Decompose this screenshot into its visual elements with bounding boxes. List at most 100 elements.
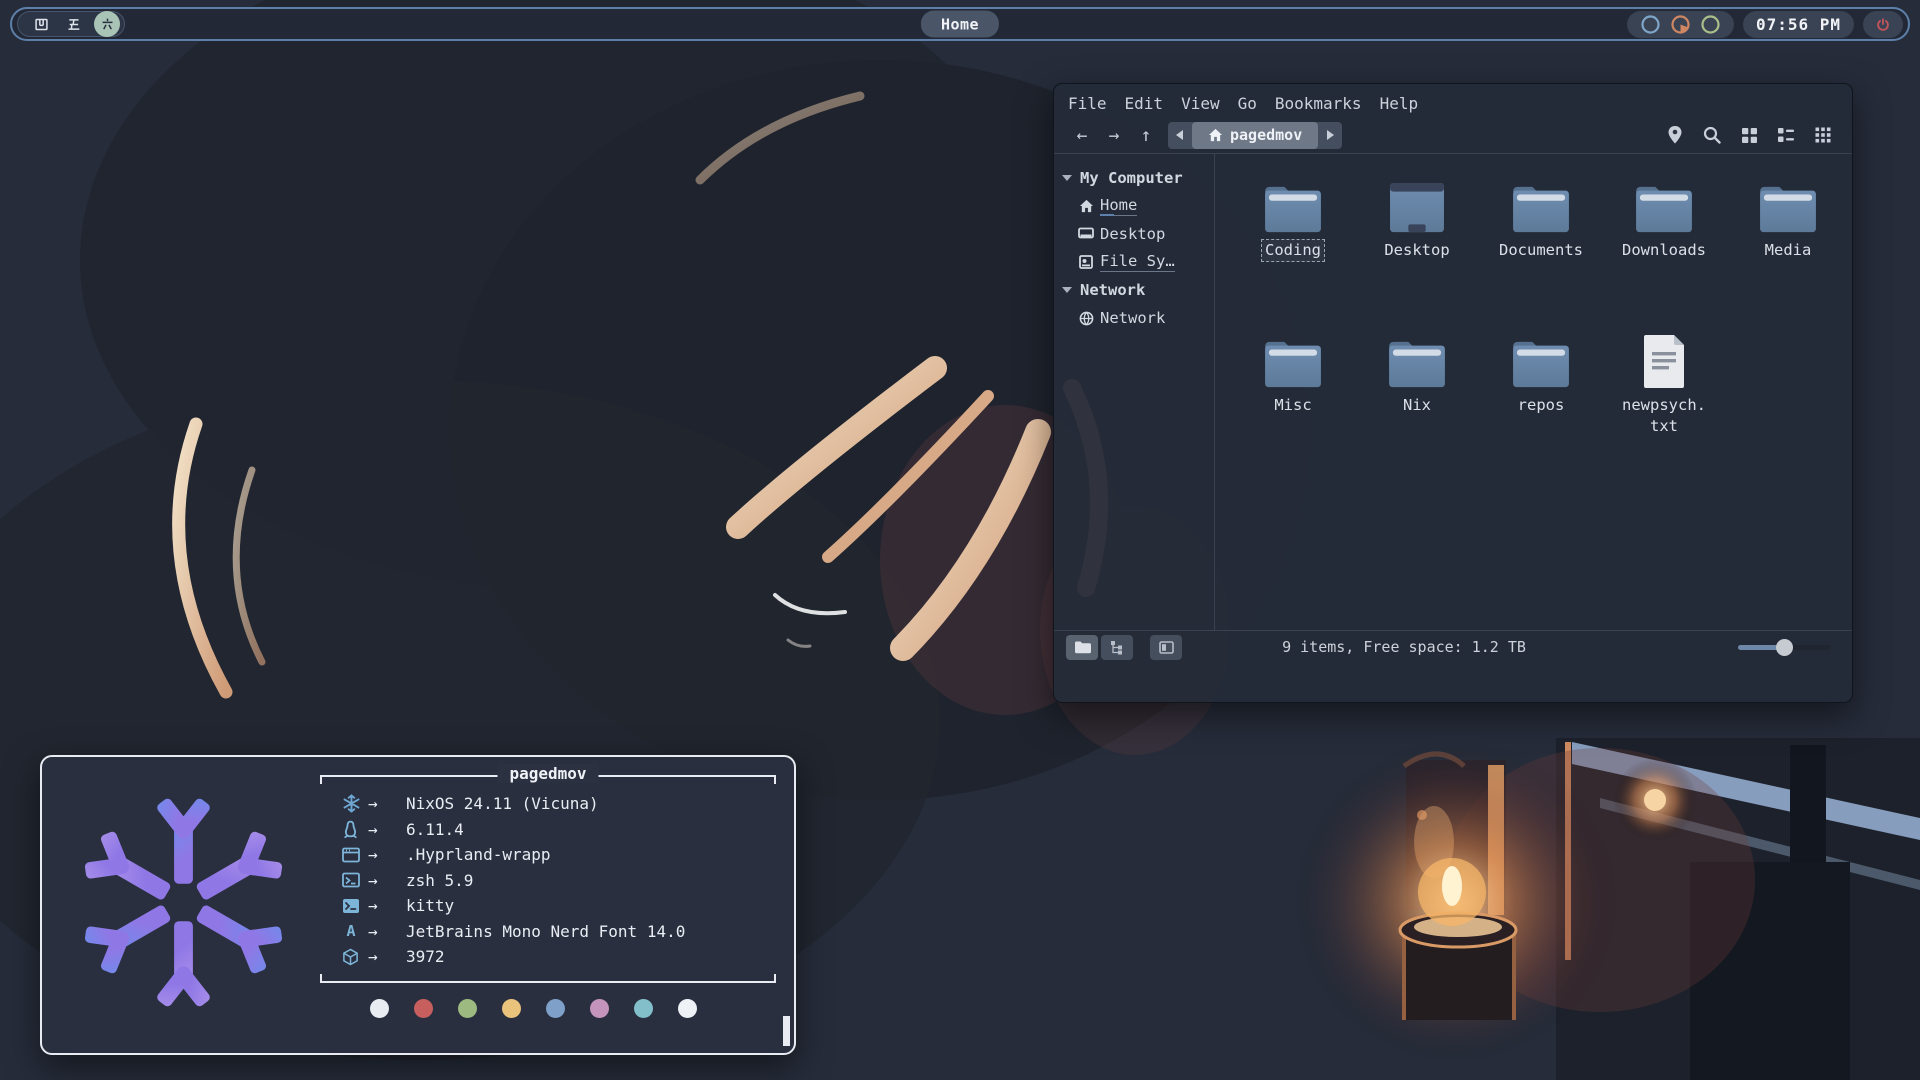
arrow-separator: → — [368, 896, 406, 915]
file-item-label: Downloads — [1618, 239, 1710, 262]
terminal-window[interactable]: pagedmov → NixOS 24.11 (Vicuna) — [40, 755, 796, 1055]
sidebar-item-file-system[interactable]: File Sy… — [1062, 248, 1214, 276]
grid-view-icon — [1741, 127, 1758, 144]
show-tree-button[interactable] — [1101, 635, 1133, 660]
toggle-side-pane-button[interactable] — [1150, 635, 1182, 660]
palette-swatch — [458, 999, 477, 1018]
workspace-four[interactable]: 四 — [30, 13, 52, 35]
file-item-coding[interactable]: Coding — [1237, 182, 1349, 262]
chevron-right-icon — [1326, 130, 1334, 140]
file-item-media[interactable]: Media — [1732, 182, 1844, 262]
file-item-misc[interactable]: Misc — [1237, 337, 1349, 417]
wm-value: .Hyprland-wrapp — [406, 845, 551, 864]
menu-view[interactable]: View — [1181, 94, 1220, 113]
fastfetch-row-os: → NixOS 24.11 (Vicuna) — [342, 791, 766, 817]
fastfetch-row-kernel: → 6.11.4 — [342, 817, 766, 843]
file-item-desktop[interactable]: Desktop — [1361, 182, 1473, 262]
shell-value: zsh 5.9 — [406, 871, 473, 890]
battery-status-icon[interactable] — [1700, 14, 1721, 35]
clock-widget[interactable]: 07:56 PM — [1743, 11, 1854, 38]
list-view-button[interactable] — [1777, 126, 1795, 144]
clock-text: 07:56 PM — [1756, 15, 1841, 34]
workspace-five[interactable]: 五 — [62, 13, 84, 35]
power-button[interactable] — [1863, 11, 1903, 38]
folder-icon — [1510, 182, 1572, 234]
arrow-separator: → — [368, 871, 406, 890]
folder-icon — [1757, 182, 1819, 234]
palette-swatch — [502, 999, 521, 1018]
path-scroll-left-button[interactable] — [1168, 122, 1192, 149]
icon-view-button[interactable] — [1740, 126, 1758, 144]
sidebar-item-label: File Sy… — [1100, 252, 1175, 272]
forward-icon: → — [1109, 125, 1120, 146]
folder-icon — [1510, 337, 1572, 389]
toolbar: ← → ↑ pagedmov — [1054, 117, 1852, 153]
path-segment-current[interactable]: pagedmov — [1192, 122, 1318, 149]
status-text: 9 items, Free space: 1.2 TB — [1234, 638, 1574, 656]
text-file-icon — [1642, 334, 1686, 389]
up-icon: ↑ — [1141, 125, 1152, 146]
fastfetch-row-font: A → JetBrains Mono Nerd Font 14.0 — [342, 919, 766, 945]
file-item-label: repos — [1514, 394, 1569, 417]
menu-help[interactable]: Help — [1380, 94, 1419, 113]
search-button[interactable] — [1703, 126, 1721, 144]
home-icon — [1078, 198, 1094, 214]
sidebar-item-label: Network — [1100, 309, 1165, 328]
folder-icon — [1633, 182, 1695, 234]
sidebar-item-home[interactable]: Home — [1062, 192, 1214, 220]
location-button[interactable] — [1666, 126, 1684, 144]
compact-view-icon — [1815, 127, 1831, 143]
sidebar-item-desktop[interactable]: Desktop — [1062, 220, 1214, 248]
fastfetch-row-terminal: → kitty — [342, 893, 766, 919]
menu-bookmarks[interactable]: Bookmarks — [1275, 94, 1362, 113]
icon-zoom-slider[interactable] — [1738, 645, 1830, 650]
back-button[interactable]: ← — [1066, 122, 1098, 148]
network-status-icon[interactable] — [1640, 14, 1661, 35]
chevron-left-icon — [1176, 130, 1184, 140]
compact-view-button[interactable] — [1814, 126, 1832, 144]
file-item-repos[interactable]: repos — [1485, 337, 1597, 417]
folder-icon — [1262, 182, 1324, 234]
workspace-six-active[interactable]: 六 — [94, 11, 120, 37]
svg-text:A: A — [346, 923, 355, 940]
forward-button[interactable]: → — [1098, 122, 1130, 148]
fastfetch-row-wm: → .Hyprland-wrapp — [342, 842, 766, 868]
menu-file[interactable]: File — [1068, 94, 1107, 113]
places-sidebar: My Computer Home Desktop File Sy… — [1054, 154, 1214, 630]
fastfetch-row-packages: → 3972 — [342, 944, 766, 970]
palette-swatch — [634, 999, 653, 1018]
file-icon-view[interactable]: Coding Desktop Documents — [1214, 154, 1852, 630]
terminal-cursor — [783, 1016, 790, 1046]
fastfetch-row-shell: → zsh 5.9 — [342, 868, 766, 894]
file-item-label: Desktop — [1380, 239, 1453, 262]
menu-go[interactable]: Go — [1238, 94, 1257, 113]
palette-swatch — [370, 999, 389, 1018]
file-item-documents[interactable]: Documents — [1485, 182, 1597, 262]
workspace-five-glyph — [66, 17, 81, 32]
file-item-nix[interactable]: Nix — [1361, 337, 1473, 417]
sidebar-item-network[interactable]: Network — [1062, 304, 1214, 332]
file-item-label: Media — [1761, 239, 1816, 262]
wm-icon — [342, 847, 368, 863]
packages-value: 3972 — [406, 947, 445, 966]
path-scroll-right-button[interactable] — [1318, 122, 1342, 149]
font-value: JetBrains Mono Nerd Font 14.0 — [406, 922, 685, 941]
back-icon: ← — [1077, 125, 1088, 146]
up-button[interactable]: ↑ — [1130, 122, 1162, 148]
slider-handle[interactable] — [1776, 639, 1793, 656]
path-bar: pagedmov — [1168, 122, 1342, 149]
volume-status-icon[interactable] — [1670, 14, 1691, 35]
arrow-separator: → — [368, 845, 406, 864]
file-item-downloads[interactable]: Downloads — [1608, 182, 1720, 262]
nixos-icon — [342, 794, 368, 813]
show-places-button[interactable] — [1066, 635, 1098, 660]
terminal-value: kitty — [406, 896, 454, 915]
font-icon: A — [342, 923, 368, 940]
file-item-label: newpsych.txt — [1616, 394, 1712, 438]
menu-edit[interactable]: Edit — [1125, 94, 1164, 113]
sidebar-section-my-computer[interactable]: My Computer — [1062, 164, 1214, 192]
sidebar-section-network[interactable]: Network — [1062, 276, 1214, 304]
file-item-newpsych-txt[interactable]: newpsych.txt — [1608, 334, 1720, 438]
sidebar-item-label: Desktop — [1100, 225, 1165, 244]
list-view-icon — [1777, 127, 1795, 143]
